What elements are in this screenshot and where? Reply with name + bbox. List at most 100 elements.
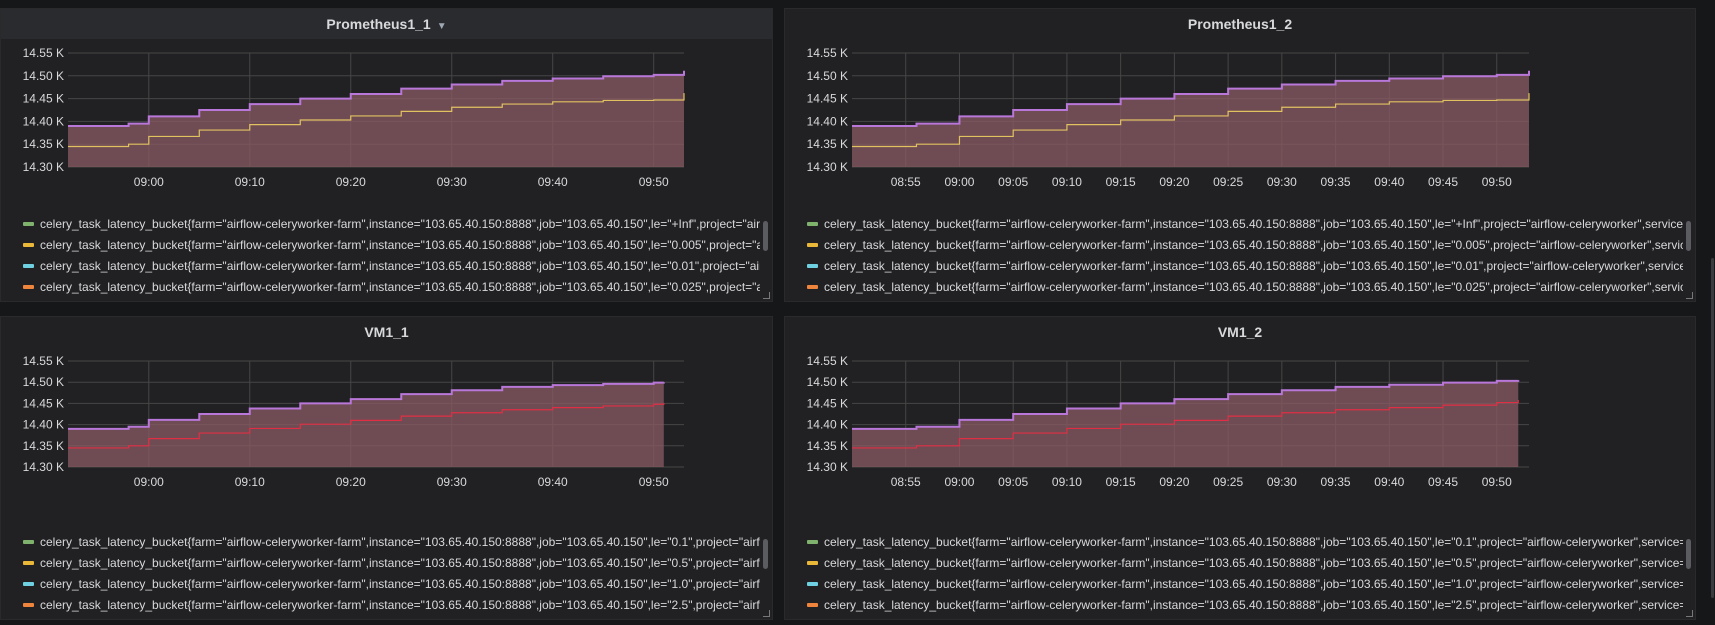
x-tick-label: 09:45 [1428, 475, 1458, 489]
legend-item[interactable]: celery_task_latency_bucket{farm="airflow… [807, 214, 1683, 235]
legend: celery_task_latency_bucket{farm="airflow… [807, 532, 1683, 616]
legend-item[interactable]: celery_task_latency_bucket{farm="airflow… [23, 553, 760, 574]
y-tick-label: 14.50 K [807, 69, 848, 83]
x-tick-label: 09:10 [1052, 175, 1082, 189]
x-tick-label: 09:15 [1106, 175, 1136, 189]
x-tick-label: 09:50 [1482, 175, 1512, 189]
series-swatch [807, 221, 818, 226]
legend-scrollbar[interactable] [1686, 539, 1691, 569]
series-swatch [807, 263, 818, 268]
x-tick-label: 09:45 [1428, 175, 1458, 189]
y-tick-label: 14.40 K [807, 114, 848, 128]
y-tick-label: 14.35 K [23, 137, 64, 151]
legend-label[interactable]: celery_task_latency_bucket{farm="airflow… [40, 280, 760, 294]
resize-handle[interactable] [1686, 610, 1693, 617]
x-tick-label: 09:00 [134, 175, 164, 189]
legend-item[interactable]: celery_task_latency_bucket{farm="airflow… [807, 277, 1683, 298]
series-swatch [23, 560, 34, 565]
x-tick-label: 09:05 [998, 475, 1028, 489]
x-tick-label: 09:00 [944, 175, 974, 189]
legend-item[interactable]: celery_task_latency_bucket{farm="airflow… [807, 574, 1683, 595]
legend: celery_task_latency_bucket{farm="airflow… [807, 214, 1683, 298]
x-tick-label: 09:00 [134, 475, 164, 489]
panel-vm1-2: VM1_2 14.30 K 14.35 K 14.40 K 14.45 K 14.50 … [784, 316, 1696, 620]
x-tick-label: 09:40 [1374, 475, 1404, 489]
x-tick-label: 09:40 [538, 175, 568, 189]
legend-label[interactable]: celery_task_latency_bucket{farm="airflow… [40, 535, 760, 549]
x-tick-label: 09:15 [1106, 475, 1136, 489]
y-tick-label: 14.50 K [23, 375, 64, 389]
legend-item[interactable]: celery_task_latency_bucket{farm="airflow… [807, 532, 1683, 553]
legend-item[interactable]: celery_task_latency_bucket{farm="airflow… [23, 574, 760, 595]
series-area [852, 380, 1519, 467]
panel-vm1-1: VM1_1 14.30 K 14.35 K 14.40 K 14.45 K 14.50 … [0, 316, 773, 620]
y-tick-label: 14.40 K [23, 418, 64, 432]
series-swatch [23, 263, 34, 268]
legend-item[interactable]: celery_task_latency_bucket{farm="airflow… [23, 277, 760, 298]
resize-handle[interactable] [1686, 292, 1693, 299]
y-tick-label: 14.35 K [807, 137, 848, 151]
legend-label[interactable]: celery_task_latency_bucket{farm="airflow… [40, 217, 760, 231]
legend-scrollbar[interactable] [763, 539, 768, 569]
x-tick-label: 09:40 [1374, 175, 1404, 189]
legend-label[interactable]: celery_task_latency_bucket{farm="airflow… [824, 556, 1683, 570]
legend-label[interactable]: celery_task_latency_bucket{farm="airflow… [824, 577, 1683, 591]
legend-item[interactable]: celery_task_latency_bucket{farm="airflow… [23, 595, 760, 616]
y-tick-label: 14.55 K [23, 354, 64, 368]
y-tick-label: 14.55 K [23, 46, 64, 60]
x-tick-label: 09:05 [998, 175, 1028, 189]
y-tick-label: 14.40 K [23, 114, 64, 128]
legend-label[interactable]: celery_task_latency_bucket{farm="airflow… [824, 238, 1683, 252]
series-area [68, 70, 684, 167]
y-tick-label: 14.45 K [807, 396, 848, 410]
resize-handle[interactable] [763, 610, 770, 617]
legend-item[interactable]: celery_task_latency_bucket{farm="airflow… [23, 214, 760, 235]
y-tick-label: 14.55 K [807, 354, 848, 368]
y-tick-label: 14.30 K [807, 460, 848, 474]
legend-label[interactable]: celery_task_latency_bucket{farm="airflow… [40, 598, 760, 612]
legend-item[interactable]: celery_task_latency_bucket{farm="airflow… [23, 256, 760, 277]
legend-label[interactable]: celery_task_latency_bucket{farm="airflow… [824, 535, 1683, 549]
series-swatch [807, 284, 818, 289]
series-swatch [23, 242, 34, 247]
x-tick-label: 09:10 [1052, 475, 1082, 489]
legend-label[interactable]: celery_task_latency_bucket{farm="airflow… [824, 598, 1683, 612]
resize-handle[interactable] [763, 292, 770, 299]
legend-scrollbar[interactable] [1686, 221, 1691, 251]
legend-item[interactable]: celery_task_latency_bucket{farm="airflow… [807, 553, 1683, 574]
legend-item[interactable]: celery_task_latency_bucket{farm="airflow… [807, 256, 1683, 277]
x-tick-label: 09:20 [1159, 175, 1189, 189]
y-tick-label: 14.30 K [23, 460, 64, 474]
series-swatch [807, 242, 818, 247]
y-tick-label: 14.30 K [807, 160, 848, 174]
panel-prometheus1-2: Prometheus1_2 14.30 K 14.35 K 14.40 K 14.45… [784, 8, 1696, 302]
y-tick-label: 14.40 K [807, 418, 848, 432]
series-swatch [23, 581, 34, 586]
x-tick-label: 09:30 [1267, 175, 1297, 189]
legend-label[interactable]: celery_task_latency_bucket{farm="airflow… [824, 259, 1683, 273]
legend-label[interactable]: celery_task_latency_bucket{farm="airflow… [40, 259, 760, 273]
x-tick-label: 09:35 [1321, 175, 1351, 189]
legend-label[interactable]: celery_task_latency_bucket{farm="airflow… [824, 217, 1683, 231]
legend: celery_task_latency_bucket{farm="airflow… [23, 532, 760, 616]
x-tick-label: 08:55 [891, 475, 921, 489]
legend-label[interactable]: celery_task_latency_bucket{farm="airflow… [40, 556, 760, 570]
legend-label[interactable]: celery_task_latency_bucket{farm="airflow… [40, 577, 760, 591]
x-tick-label: 09:50 [1482, 475, 1512, 489]
legend-label[interactable]: celery_task_latency_bucket{farm="airflow… [40, 238, 760, 252]
series-swatch [23, 221, 34, 226]
y-tick-label: 14.55 K [807, 46, 848, 60]
x-tick-label: 08:55 [891, 175, 921, 189]
x-tick-label: 09:35 [1321, 475, 1351, 489]
legend-item[interactable]: celery_task_latency_bucket{farm="airflow… [23, 532, 760, 553]
series-area [852, 70, 1529, 167]
legend-item[interactable]: celery_task_latency_bucket{farm="airflow… [23, 235, 760, 256]
legend-item[interactable]: celery_task_latency_bucket{farm="airflow… [807, 595, 1683, 616]
series-swatch [23, 602, 34, 607]
legend-item[interactable]: celery_task_latency_bucket{farm="airflow… [807, 235, 1683, 256]
y-tick-label: 14.50 K [807, 375, 848, 389]
legend-scrollbar[interactable] [763, 221, 768, 251]
x-tick-label: 09:10 [235, 475, 265, 489]
legend-label[interactable]: celery_task_latency_bucket{farm="airflow… [824, 280, 1683, 294]
page-scrollbar[interactable] [1711, 258, 1714, 598]
